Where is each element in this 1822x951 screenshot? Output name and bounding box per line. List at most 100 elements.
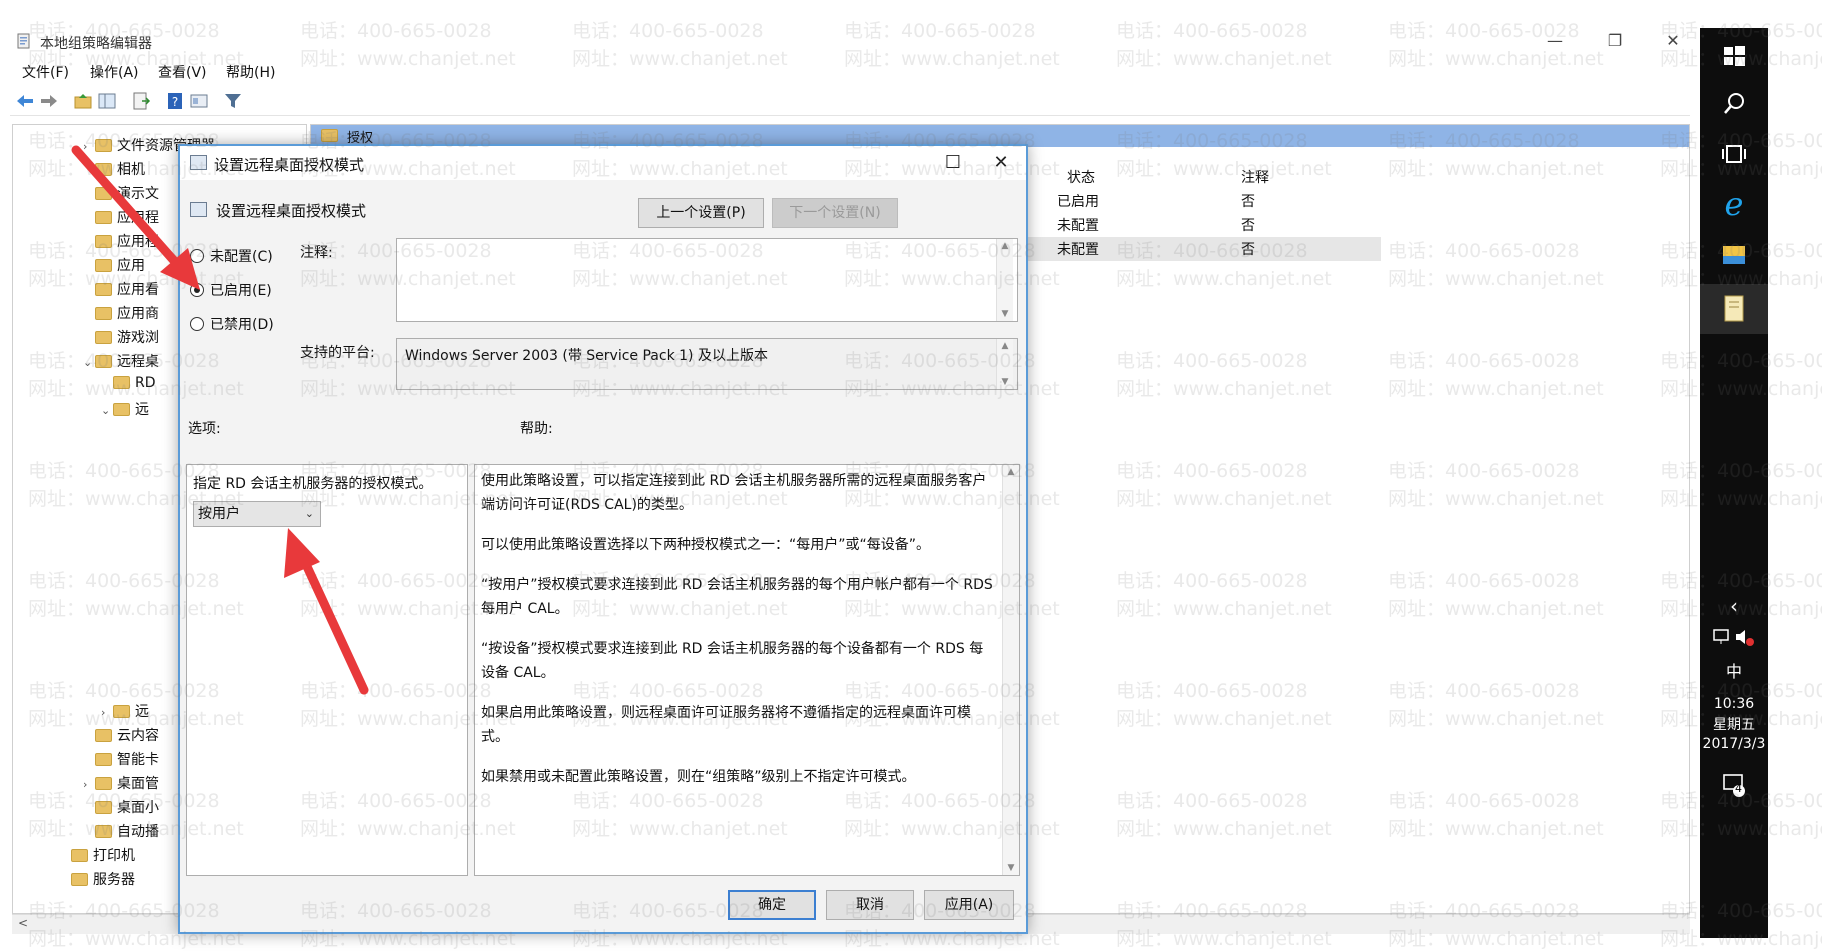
taskbar-active-app[interactable] <box>1700 284 1768 334</box>
menu-file[interactable]: 文件(F) <box>22 62 69 82</box>
file-explorer-icon[interactable] <box>1700 240 1768 270</box>
show-hidden-icons-chevron[interactable]: ‹ <box>1700 594 1768 618</box>
previous-setting-button[interactable]: 上一个设置(P) <box>638 198 764 228</box>
folder-icon <box>95 355 112 368</box>
table-row[interactable]: 未配置 否 <box>1011 237 1381 261</box>
help-panel: 使用此策略设置，可以指定连接到此 RD 会话主机服务器所需的远程桌面服务客户端访… <box>474 464 1020 876</box>
notification-icon <box>1723 774 1745 797</box>
scroll-up-icon[interactable]: ▲ <box>997 241 1013 251</box>
tree-item[interactable]: 相机 <box>95 159 145 183</box>
folder-icon <box>95 235 112 248</box>
svg-text:e: e <box>1725 186 1744 222</box>
tree-item[interactable]: 应用 <box>95 255 145 279</box>
menu-help[interactable]: 帮助(H) <box>226 62 275 82</box>
help-text: 使用此策略设置，可以指定连接到此 RD 会话主机服务器所需的远程桌面服务客户端访… <box>481 473 993 785</box>
menu-action[interactable]: 操作(A) <box>90 62 139 82</box>
scroll-down-icon[interactable]: ▼ <box>997 377 1013 387</box>
network-volume-icon[interactable] <box>1700 626 1768 648</box>
scroll-up-icon[interactable]: ▲ <box>997 341 1013 351</box>
tree-item[interactable]: 应用商 <box>95 303 159 327</box>
column-header-state[interactable]: 状态 <box>1067 167 1095 187</box>
radio-circle <box>190 317 204 331</box>
cancel-button[interactable]: 取消 <box>826 890 914 920</box>
properties-view-icon[interactable] <box>188 90 210 112</box>
search-icon[interactable] <box>1700 90 1768 118</box>
folder-icon <box>113 705 130 718</box>
title-bar: 本地组策略编辑器 — ❐ ✕ <box>10 24 1690 58</box>
internet-explorer-icon[interactable]: e <box>1700 186 1768 222</box>
scroll-down-icon[interactable]: ▼ <box>1003 863 1019 873</box>
forward-arrow-icon[interactable] <box>38 90 60 112</box>
scroll-down-icon[interactable]: ▼ <box>997 309 1013 319</box>
tree-item[interactable]: 游戏浏 <box>95 327 159 351</box>
windows-start-icon[interactable] <box>1700 42 1768 70</box>
dialog-title-bar: 设置远程桌面授权模式 ☐ ✕ <box>180 146 1026 180</box>
up-folder-icon[interactable] <box>72 90 94 112</box>
show-hide-tree-icon[interactable] <box>96 90 118 112</box>
ok-button[interactable]: 确定 <box>728 890 816 920</box>
table-row[interactable]: 已启用 否 <box>1011 189 1381 213</box>
apply-button[interactable]: 应用(A) <box>924 890 1014 920</box>
column-header-note[interactable]: 注释 <box>1241 167 1269 187</box>
platform-scrollbar[interactable]: ▲ ▼ <box>996 339 1013 389</box>
tree-item[interactable]: 桌面小 <box>95 797 159 821</box>
action-center-button[interactable]: 4 <box>1700 772 1768 800</box>
policy-editor-icon <box>17 33 30 49</box>
tree-item[interactable]: ⌄ 远程桌 <box>83 351 159 375</box>
tree-item[interactable]: 服务器 <box>71 869 135 893</box>
svg-text:?: ? <box>172 95 178 109</box>
comment-textarea[interactable] <box>396 238 1018 322</box>
back-arrow-icon[interactable] <box>14 90 36 112</box>
folder-icon <box>113 376 130 389</box>
tree-item[interactable]: 打印机 <box>71 845 135 869</box>
menu-view[interactable]: 查看(V) <box>158 62 207 82</box>
tree-item[interactable]: 应用看 <box>95 279 159 303</box>
tree-item[interactable]: RD <box>113 375 156 399</box>
menu-bar: 文件(F) 操作(A) 查看(V) 帮助(H) <box>10 58 1690 84</box>
folder-icon <box>95 259 112 272</box>
folder-icon <box>95 211 112 224</box>
notification-count: 4 <box>1735 782 1742 795</box>
tree-item[interactable]: › 桌面管 <box>83 773 159 797</box>
folder-icon <box>321 129 338 142</box>
table-row[interactable]: 未配置 否 <box>1011 213 1381 237</box>
tree-item[interactable]: › 远 <box>101 701 149 725</box>
help-scrollbar[interactable]: ▲ ▼ <box>1002 465 1019 875</box>
dialog-title: 设置远程桌面授权模式 <box>214 156 365 174</box>
radio-enabled[interactable]: 已启用(E) <box>190 280 272 302</box>
platform-field: Windows Server 2003 (带 Service Pack 1) 及… <box>396 338 1018 390</box>
help-icon[interactable]: ? <box>164 90 186 112</box>
next-setting-button[interactable]: 下一个设置(N) <box>772 198 898 228</box>
tree-item[interactable]: 自动播 <box>95 821 159 845</box>
close-button[interactable]: ✕ <box>1658 30 1688 52</box>
dialog-maximize-button[interactable]: ☐ <box>938 151 968 175</box>
folder-icon <box>71 849 88 862</box>
tree-item[interactable]: ⌄ 远 <box>101 399 149 423</box>
tree-item[interactable]: 应用程 <box>95 231 159 255</box>
tree-item[interactable]: 云内容 <box>95 725 159 749</box>
restore-button[interactable]: ❐ <box>1600 30 1630 52</box>
license-mode-prompt: 指定 RD 会话主机服务器的授权模式。 <box>193 476 433 492</box>
dialog-close-button[interactable]: ✕ <box>986 151 1016 175</box>
minimize-button[interactable]: — <box>1540 30 1570 52</box>
policy-setting-dialog: 设置远程桌面授权模式 ☐ ✕ 设置远程桌面授权模式 上一个设置(P) 下一个设置… <box>178 144 1028 934</box>
license-mode-select[interactable]: 按用户 ⌄ <box>193 501 321 527</box>
options-panel: 指定 RD 会话主机服务器的授权模式。 按用户 ⌄ <box>186 464 468 876</box>
export-list-icon[interactable] <box>130 90 152 112</box>
scroll-up-icon[interactable]: ▲ <box>1003 467 1019 477</box>
folder-icon <box>71 873 88 886</box>
task-view-icon[interactable] <box>1700 140 1768 168</box>
tree-item[interactable]: 应用程 <box>95 207 159 231</box>
radio-not-configured[interactable]: 未配置(C) <box>190 246 273 268</box>
radio-disabled[interactable]: 已禁用(D) <box>190 314 274 336</box>
comment-scrollbar[interactable]: ▲ ▼ <box>996 239 1013 321</box>
folder-icon <box>95 729 112 742</box>
ime-indicator[interactable]: 中 <box>1700 658 1768 682</box>
filter-icon[interactable] <box>222 90 244 112</box>
tree-item[interactable]: 演示文 <box>95 183 159 207</box>
system-clock[interactable]: 10:36 星期五 2017/3/3 <box>1700 696 1768 752</box>
folder-icon <box>95 753 112 766</box>
tree-item[interactable]: 智能卡 <box>95 749 159 773</box>
scroll-left-icon[interactable]: < <box>18 916 28 930</box>
comment-label: 注释: <box>300 245 333 261</box>
